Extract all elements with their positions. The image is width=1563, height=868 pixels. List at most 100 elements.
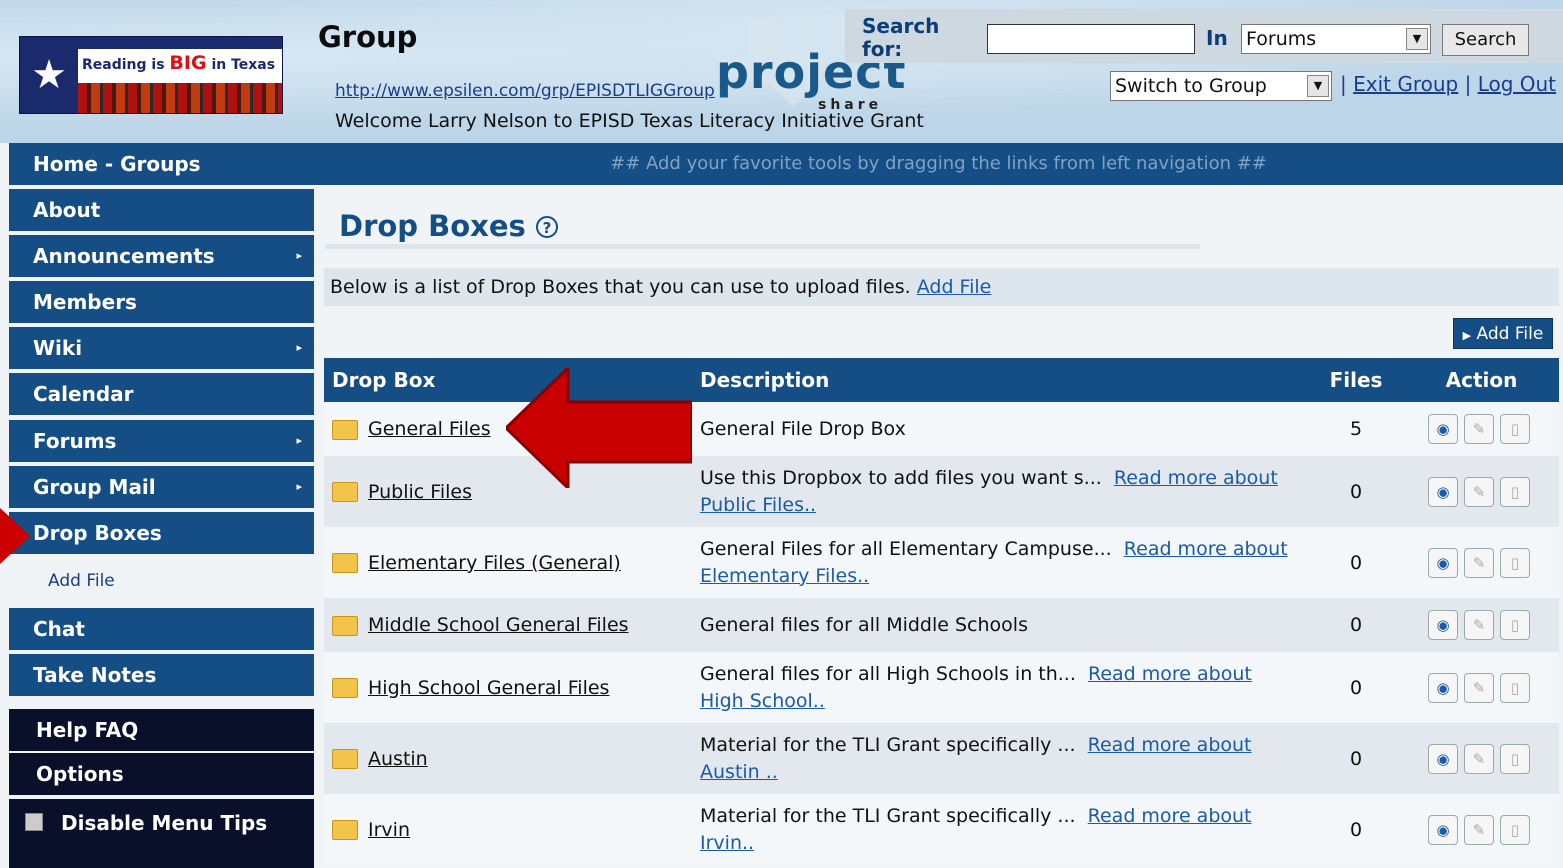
search-scope-select[interactable]: Forums ▼ [1241, 24, 1431, 54]
pencil-icon[interactable]: ✎ [1464, 743, 1494, 774]
dropbox-cell: Austin [324, 723, 692, 794]
eye-icon[interactable]: ◉ [1428, 743, 1458, 774]
sidebar-item-forums[interactable]: Forums ▸ [9, 420, 314, 462]
sidebar-item-chat[interactable]: Chat [9, 608, 314, 650]
files-count: 0 [1308, 598, 1404, 652]
eye-icon[interactable]: ◉ [1428, 547, 1458, 578]
pencil-icon[interactable]: ✎ [1464, 476, 1494, 507]
trash-icon[interactable]: ▯ [1500, 610, 1530, 640]
site-logo[interactable]: ★ Reading is BIG in Texas [19, 36, 283, 114]
action-cell: ◉ ✎ ▯ [1404, 527, 1559, 598]
help-faq-label: Help FAQ [36, 718, 139, 742]
pencil-icon[interactable]: ✎ [1464, 610, 1494, 640]
col-header-description[interactable]: Description [692, 358, 1308, 402]
sidebar-item-group-mail[interactable]: Group Mail ▸ [9, 466, 314, 508]
options-label: Options [36, 762, 124, 786]
trash-icon[interactable]: ▯ [1500, 814, 1530, 845]
pencil-icon[interactable]: ✎ [1464, 414, 1494, 444]
eye-icon[interactable]: ◉ [1428, 814, 1458, 845]
switch-group-select[interactable]: Switch to Group ▼ [1110, 71, 1332, 101]
sidebar-item-label: Home - Groups [33, 152, 201, 176]
trash-icon[interactable]: ▯ [1500, 672, 1530, 703]
table-row: Irvin Material for the TLI Grant specific… [324, 794, 1559, 865]
dropbox-name-link[interactable]: Austin [368, 748, 428, 770]
pencil-icon[interactable]: ✎ [1464, 672, 1494, 703]
search-label: Search for: [862, 14, 940, 61]
link-separator: | [1458, 72, 1478, 96]
sidebar-item-calendar[interactable]: Calendar [9, 373, 314, 415]
sidebar-subitem-add-file[interactable]: Add File [9, 558, 314, 604]
files-count: 0 [1308, 456, 1404, 527]
page-title-text: Drop Boxes [339, 209, 526, 243]
help-circle-icon[interactable]: ? [535, 216, 558, 238]
sidebar-item-wiki[interactable]: Wiki ▸ [9, 327, 314, 369]
eye-icon[interactable]: ◉ [1428, 672, 1458, 703]
dropbox-name-link[interactable]: General Files [368, 418, 491, 440]
header: ★ Reading is BIG in Texas Group http://w… [0, 0, 1563, 143]
sidebar-item-label: Group Mail [33, 475, 156, 499]
trash-icon[interactable]: ▯ [1500, 743, 1530, 774]
add-file-label: Add File [1476, 324, 1544, 344]
options-link[interactable]: Options [9, 753, 314, 795]
scope-value: Forums [1246, 28, 1317, 50]
description-cell: Material for the TLI Grant specifically … [692, 794, 1308, 865]
exit-group-link[interactable]: Exit Group [1353, 72, 1458, 96]
triangle-right-icon: ▶ [1462, 329, 1472, 342]
col-header-files[interactable]: Files [1308, 358, 1404, 402]
folder-icon [332, 553, 358, 573]
sidebar-item-label: Announcements [33, 244, 215, 268]
sidebar-item-about[interactable]: About [9, 189, 314, 231]
description-cell: General files for all High Schools in th… [692, 652, 1308, 723]
sidebar-item-drop-boxes[interactable]: Drop Boxes [9, 512, 314, 554]
trash-icon[interactable]: ▯ [1500, 476, 1530, 507]
add-file-button[interactable]: ▶ Add File [1453, 318, 1553, 349]
share-word: share [818, 97, 883, 113]
sidebar-item-members[interactable]: Members [9, 281, 314, 323]
trash-icon[interactable]: ▯ [1500, 547, 1530, 578]
search-button[interactable]: Search [1442, 24, 1529, 56]
pencil-icon[interactable]: ✎ [1464, 814, 1494, 845]
dropbox-name-link[interactable]: Elementary Files (General) [368, 552, 621, 574]
checkbox-icon[interactable] [25, 813, 43, 831]
help-faq-link[interactable]: Help FAQ [9, 709, 314, 751]
description-text: General files for all High Schools in th… [700, 662, 1076, 685]
table-row: Elementary Files (General) General Files … [324, 527, 1559, 598]
chevron-right-icon: ▸ [296, 434, 302, 447]
sidebar-item-label: Forums [33, 429, 117, 453]
group-title: Group [318, 20, 418, 54]
sidebar-item-home-groups[interactable]: Home - Groups [9, 143, 314, 185]
action-cell: ◉ ✎ ▯ [1404, 794, 1559, 865]
search-input[interactable] [987, 24, 1195, 54]
table-row: Austin Material for the TLI Grant specifi… [324, 723, 1559, 794]
dropbox-name-link[interactable]: Irvin [368, 819, 410, 841]
link-separator: | [1340, 72, 1354, 96]
description-text: General Files for all Elementary Campuse… [700, 537, 1112, 560]
files-count: 0 [1308, 794, 1404, 865]
pencil-icon[interactable]: ✎ [1464, 547, 1494, 578]
sidebar-item-announcements[interactable]: Announcements ▸ [9, 235, 314, 277]
trash-icon[interactable]: ▯ [1500, 414, 1530, 444]
log-out-link[interactable]: Log Out [1478, 72, 1556, 96]
sidebar-item-label: Members [33, 290, 137, 314]
dropbox-name-link[interactable]: Middle School General Files [368, 614, 629, 636]
folder-icon [332, 482, 358, 502]
chevron-right-icon: ▸ [296, 341, 302, 354]
group-links: | Exit Group | Log Out [1340, 72, 1556, 96]
chevron-right-icon: ▸ [296, 480, 302, 493]
folder-icon [332, 820, 358, 840]
folder-icon [332, 749, 358, 769]
group-url-link[interactable]: http://www.epsilen.com/grp/EPISDTLIGGrou… [335, 81, 715, 101]
sidebar-item-label: Calendar [33, 382, 134, 406]
info-bar: Below is a list of Drop Boxes that you c… [324, 268, 1559, 306]
dropbox-name-link[interactable]: High School General Files [368, 677, 609, 699]
chevron-down-icon: ▼ [1307, 75, 1329, 97]
dropbox-name-link[interactable]: Public Files [368, 481, 472, 503]
eye-icon[interactable]: ◉ [1428, 610, 1458, 640]
sidebar-item-take-notes[interactable]: Take Notes [9, 654, 314, 696]
chevron-right-icon: ▸ [296, 249, 302, 262]
eye-icon[interactable]: ◉ [1428, 414, 1458, 444]
disable-menu-tips-toggle[interactable]: Disable Menu Tips [9, 799, 314, 868]
action-cell: ◉ ✎ ▯ [1404, 723, 1559, 794]
eye-icon[interactable]: ◉ [1428, 476, 1458, 507]
add-file-link[interactable]: Add File [917, 276, 992, 298]
